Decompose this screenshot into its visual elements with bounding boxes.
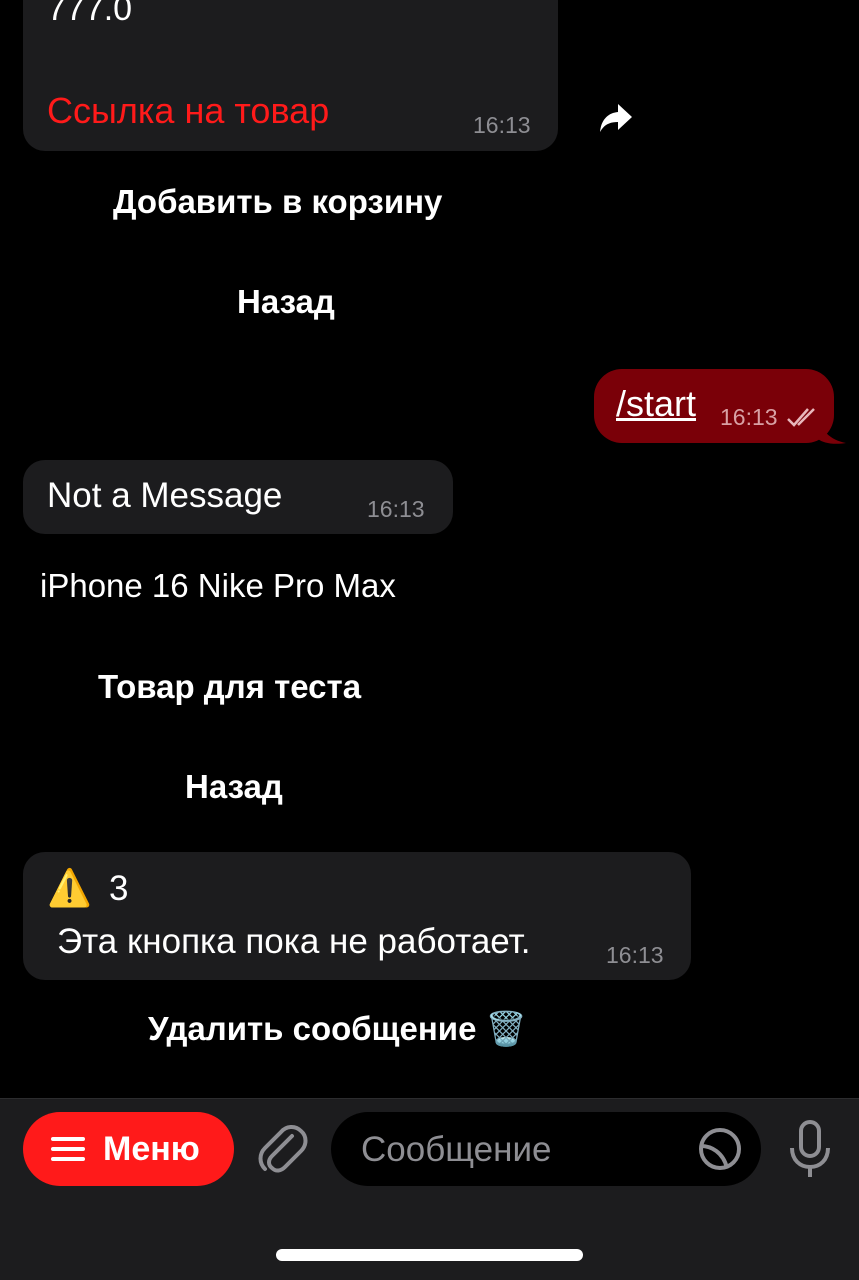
trash-icon: 🗑️: [485, 1010, 527, 1047]
delete-message-button[interactable]: Удалить сообщение 🗑️: [148, 1010, 527, 1049]
warning-emoji: ⚠️: [47, 867, 92, 908]
add-to-cart-button[interactable]: Добавить в корзину: [113, 183, 442, 221]
paperclip-icon[interactable]: [256, 1122, 308, 1176]
menu-label: Меню: [103, 1130, 200, 1168]
divider: [0, 1098, 859, 1099]
message-time: 16:13: [473, 112, 531, 138]
incoming-message-bubble: Not a Message 16:13: [23, 460, 453, 534]
sticker-icon[interactable]: [697, 1126, 743, 1172]
message-time: 16:13: [720, 404, 778, 430]
double-check-icon: [786, 405, 820, 429]
composer-bar: Меню Сообщение: [0, 1098, 859, 1280]
message-input[interactable]: Сообщение: [331, 1112, 761, 1186]
product-link[interactable]: Ссылка на товар: [47, 90, 329, 132]
message-time: 16:13: [606, 942, 664, 968]
command-link[interactable]: /start: [616, 383, 696, 425]
warning-message-bubble: ⚠️ 3 Эта кнопка пока не работает. 16:13: [23, 852, 691, 980]
home-indicator: [276, 1249, 583, 1261]
outgoing-message-bubble: /start 16:13: [594, 369, 834, 443]
warning-count: 3: [109, 869, 129, 908]
message-input-placeholder: Сообщение: [361, 1130, 552, 1169]
message-text: Not a Message: [47, 476, 283, 515]
share-forward-icon[interactable]: [597, 100, 635, 136]
message-time: 16:13: [367, 496, 425, 522]
product-iphone-button[interactable]: iPhone 16 Nike Pro Max: [40, 567, 396, 605]
back-button[interactable]: Назад: [185, 768, 283, 806]
bubble-tail: [818, 415, 848, 445]
menu-button[interactable]: Меню: [23, 1112, 234, 1186]
product-test-button[interactable]: Товар для теста: [98, 668, 361, 706]
delete-label: Удалить сообщение: [148, 1010, 477, 1047]
microphone-icon[interactable]: [786, 1120, 834, 1180]
back-button[interactable]: Назад: [237, 283, 335, 321]
product-price: 777.0: [47, 0, 133, 28]
product-message-bubble: 777.0 Ссылка на товар 16:13: [23, 0, 558, 151]
menu-hamburger-icon: [51, 1136, 85, 1162]
warning-text: Эта кнопка пока не работает.: [57, 922, 531, 961]
